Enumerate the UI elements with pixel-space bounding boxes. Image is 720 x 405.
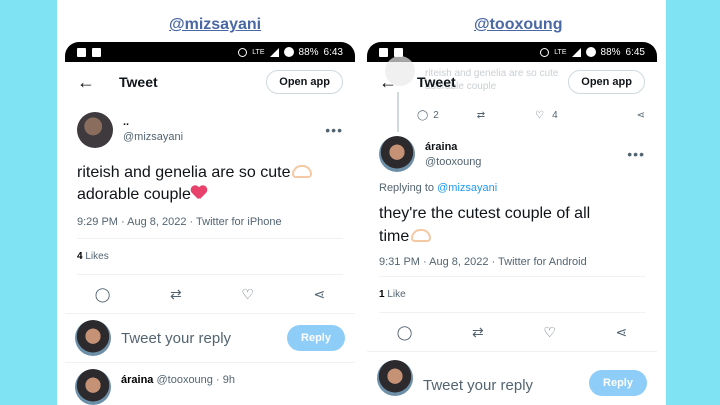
- reply-icon[interactable]: ◯: [95, 286, 111, 303]
- retweet-icon[interactable]: ⇄: [472, 324, 484, 341]
- page-title: Tweet: [417, 74, 456, 90]
- retweet-icon[interactable]: ⇄: [477, 110, 485, 121]
- reply-button[interactable]: Reply: [589, 370, 647, 396]
- username[interactable]: @tooxoung: [425, 156, 481, 168]
- open-app-button[interactable]: Open app: [568, 70, 645, 94]
- tweet-text-line1: they're the cutest couple of all: [379, 205, 591, 222]
- reply-button[interactable]: Reply: [287, 325, 345, 351]
- share-icon[interactable]: ⋖: [637, 110, 645, 121]
- reply-username: @tooxoung: [156, 374, 213, 386]
- signal-icon: [269, 47, 279, 57]
- parent-tweet-actions: ◯ 2 ⇄ ♡ 4 ⋖: [367, 92, 657, 132]
- battery-percent: 88%: [600, 46, 621, 58]
- heart-hands-emoji-icon: [411, 229, 432, 242]
- battery-percent: 88%: [298, 46, 319, 58]
- clock: 6:43: [323, 46, 343, 58]
- share-icon[interactable]: ⋖: [313, 286, 325, 303]
- open-app-button[interactable]: Open app: [266, 70, 343, 94]
- tweet-meta: 9:29 PM · Aug 8, 2022 · Twitter for iPho…: [77, 216, 282, 228]
- screenshot-canvas: @mizsayani LTE 88% 6:43 ← Tweet Open app: [57, 0, 666, 405]
- tweet-text: riteish and genelia are so cute adorable…: [65, 148, 355, 206]
- tweet-text-line2: time: [379, 228, 410, 245]
- likes-row[interactable]: 4 Likes: [65, 239, 355, 274]
- tweet-text-line2: adorable couple: [77, 186, 191, 203]
- do-not-disturb-icon: [540, 47, 550, 57]
- tweet-text-line1: riteish and genelia are so cute: [77, 164, 291, 181]
- tweet-text: they're the cutest couple of all time: [367, 194, 657, 248]
- pink-heart-emoji-icon: [191, 186, 207, 200]
- signal-icon: [571, 47, 581, 57]
- reply-count: 2: [433, 109, 439, 121]
- heart-hands-emoji-icon: [292, 165, 313, 178]
- like-icon[interactable]: ♡: [535, 110, 544, 121]
- reply-composer: Tweet your reply Reply: [367, 352, 657, 402]
- battery-icon: [283, 47, 294, 57]
- replying-to-user-link[interactable]: @mizsayani: [437, 182, 497, 194]
- reply-icon[interactable]: ◯: [397, 324, 413, 341]
- left-phone-screen: LTE 88% 6:43 ← Tweet Open app .. @mizsay…: [65, 42, 355, 405]
- tweet-topbar: riteish and genelia are so cute adorable…: [367, 56, 657, 102]
- tweet-header: .. @mizsayani •••: [65, 102, 355, 148]
- tweet-actions: ◯ ⇄ ♡ ⋖: [367, 313, 657, 351]
- next-reply[interactable]: áraina @tooxoung · 9h: [65, 363, 355, 405]
- like-count: 4: [552, 109, 558, 121]
- tweet-topbar: ← Tweet Open app: [65, 62, 355, 102]
- notification-icon: [379, 47, 388, 57]
- likes-label: Likes: [85, 251, 109, 262]
- back-arrow-icon[interactable]: ←: [379, 72, 409, 93]
- image-icon: [92, 47, 101, 57]
- more-options-icon[interactable]: •••: [627, 146, 645, 162]
- do-not-disturb-icon: [238, 47, 248, 57]
- username[interactable]: @mizsayani: [123, 131, 183, 143]
- avatar[interactable]: [77, 112, 113, 148]
- replying-to: Replying to @mizsayani: [367, 172, 657, 194]
- more-options-icon[interactable]: •••: [325, 122, 343, 138]
- battery-icon: [585, 47, 596, 57]
- avatar[interactable]: [75, 369, 111, 405]
- left-handle-caption: @mizsayani: [169, 16, 262, 33]
- network-type: LTE: [252, 48, 265, 56]
- display-name[interactable]: áraina: [425, 141, 481, 153]
- notification-icon: [77, 47, 86, 57]
- back-arrow-icon[interactable]: ←: [77, 72, 107, 93]
- tweet-header: áraina @tooxoung •••: [367, 128, 657, 172]
- right-phone-screen: LTE 88% 6:45 riteish and genelia are so …: [367, 42, 657, 405]
- likes-count: 1: [379, 289, 385, 300]
- reply-display-name: áraina: [121, 374, 154, 386]
- replying-to-label: Replying to: [379, 182, 435, 194]
- like-icon[interactable]: ♡: [543, 324, 556, 341]
- retweet-icon[interactable]: ⇄: [170, 286, 182, 303]
- reply-age: · 9h: [215, 374, 235, 386]
- display-name[interactable]: ..: [123, 117, 183, 128]
- reply-icon[interactable]: ◯: [417, 110, 428, 121]
- thread-line: [397, 92, 399, 132]
- likes-label: Like: [387, 289, 406, 300]
- status-bar: LTE 88% 6:45: [367, 42, 657, 62]
- avatar[interactable]: [379, 136, 415, 172]
- reply-input[interactable]: Tweet your reply: [121, 330, 277, 347]
- likes-count: 4: [77, 251, 83, 262]
- status-bar: LTE 88% 6:43: [65, 42, 355, 62]
- like-icon[interactable]: ♡: [241, 286, 254, 303]
- tweet-meta: 9:31 PM · Aug 8, 2022 · Twitter for Andr…: [379, 256, 587, 268]
- right-handle-caption: @tooxoung: [474, 16, 563, 33]
- share-icon[interactable]: ⋖: [615, 324, 627, 341]
- reply-input[interactable]: Tweet your reply: [423, 377, 579, 394]
- reply-composer: Tweet your reply Reply: [65, 314, 355, 362]
- network-type: LTE: [554, 48, 567, 56]
- avatar: [75, 320, 111, 356]
- page-title: Tweet: [119, 74, 158, 90]
- clock: 6:45: [625, 46, 645, 58]
- tweet-actions: ◯ ⇄ ♡ ⋖: [65, 275, 355, 313]
- likes-row[interactable]: 1 Like: [367, 277, 657, 312]
- avatar: [377, 360, 413, 396]
